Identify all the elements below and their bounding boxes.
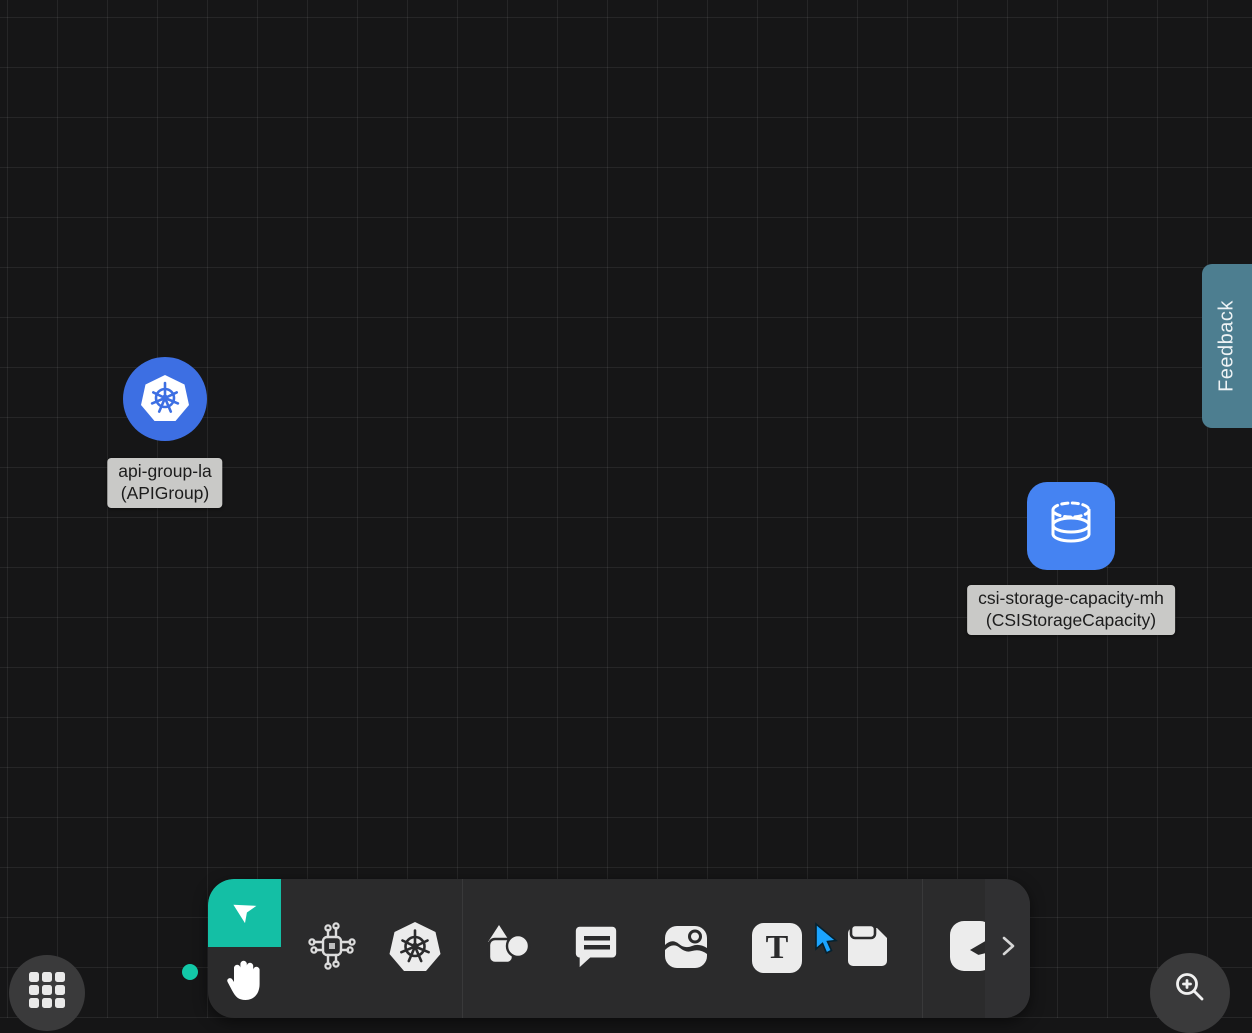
- node-label-line2: (CSIStorageCapacity): [978, 610, 1164, 632]
- node-api-group[interactable]: [123, 357, 207, 441]
- feedback-tab[interactable]: Feedback: [1202, 264, 1252, 428]
- database-cylinder-icon: [1040, 493, 1102, 560]
- text-tool-button[interactable]: T: [749, 920, 805, 976]
- shapes-icon: [482, 920, 534, 977]
- select-tool-button[interactable]: [208, 879, 281, 947]
- feedback-tab-label: Feedback: [1216, 300, 1239, 392]
- text-icon-glyph: T: [766, 929, 789, 967]
- toolbar-separator: [462, 879, 463, 1018]
- node-label-api-group: api-group-la (APIGroup): [107, 458, 222, 508]
- text-icon: T: [752, 923, 802, 973]
- pan-tool-button[interactable]: [208, 947, 281, 1018]
- node-label-csi-storage: csi-storage-capacity-mh (CSIStorageCapac…: [967, 585, 1175, 635]
- kubernetes-tool-button[interactable]: [387, 920, 443, 976]
- toolbar-expand-cap: [985, 879, 1030, 1018]
- node-tool-button[interactable]: [304, 920, 360, 976]
- image-tool-button[interactable]: [658, 920, 714, 976]
- save-tool-button[interactable]: [840, 920, 896, 976]
- cursor-icon: [228, 894, 262, 933]
- comment-tool-button[interactable]: [568, 920, 624, 976]
- circuit-chip-icon: [306, 920, 358, 977]
- apps-menu-button[interactable]: [9, 955, 85, 1031]
- zoom-in-button[interactable]: [1150, 953, 1230, 1033]
- accent-dot: [182, 964, 198, 980]
- node-label-line1: api-group-la: [118, 461, 211, 483]
- node-label-line1: csi-storage-capacity-mh: [978, 588, 1164, 610]
- chevron-right-icon: [997, 933, 1019, 959]
- kubernetes-icon: [387, 918, 443, 979]
- zoom-in-icon: [1170, 967, 1210, 1012]
- node-label-line2: (APIGroup): [118, 483, 211, 505]
- hand-icon: [222, 954, 268, 1011]
- comment-icon: [571, 921, 621, 976]
- shapes-tool-button[interactable]: [480, 920, 536, 976]
- node-csi-storage-capacity[interactable]: [1027, 482, 1115, 570]
- toolbar-separator: [922, 879, 923, 1018]
- bottom-toolbar: T: [208, 879, 1030, 1018]
- image-icon: [660, 920, 712, 977]
- kubernetes-icon: [137, 369, 193, 430]
- floppy-icon: [842, 920, 894, 977]
- expand-toolbar-button[interactable]: [997, 934, 1019, 964]
- apps-grid-icon: [29, 972, 65, 1008]
